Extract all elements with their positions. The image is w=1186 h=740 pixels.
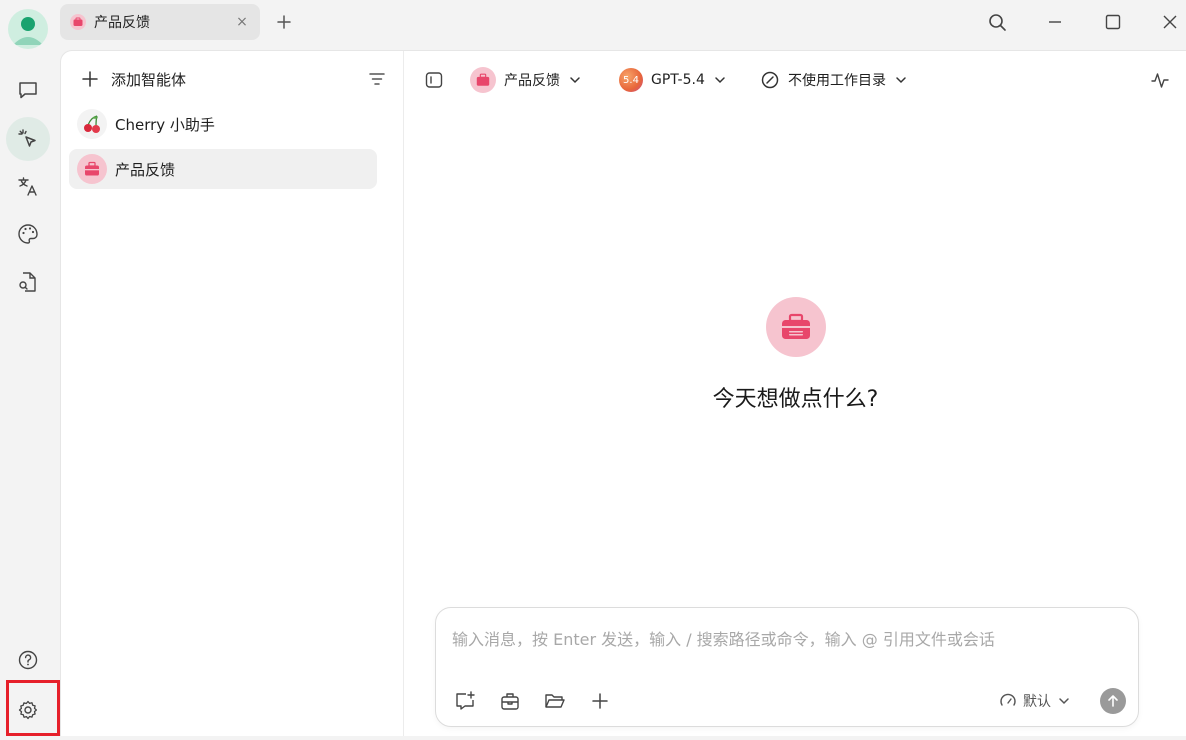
sidebar-toggle-icon[interactable] — [424, 69, 444, 91]
cherry-icon — [77, 109, 107, 139]
document-search-icon[interactable] — [6, 260, 50, 304]
plus-icon — [81, 70, 99, 88]
main-panel: 添加智能体 Cherry 小助手 产品反馈 产品反馈 5.4 GPT-5.4 不… — [60, 50, 1186, 736]
agent-item-product-feedback[interactable]: 产品反馈 — [69, 149, 377, 189]
briefcase-icon — [470, 67, 496, 93]
user-avatar[interactable] — [8, 9, 48, 49]
agent-item-label: Cherry 小助手 — [115, 115, 215, 134]
add-icon[interactable] — [589, 690, 611, 712]
add-agent-button[interactable]: 添加智能体 — [81, 67, 186, 91]
tab-product-feedback[interactable]: 产品反馈 × — [60, 4, 260, 40]
minimize-icon[interactable] — [1045, 12, 1065, 32]
new-tab-icon[interactable] — [274, 12, 294, 32]
welcome-message: 今天想做点什么? — [712, 387, 879, 412]
close-window-icon[interactable] — [1160, 12, 1180, 32]
chat-area: 产品反馈 5.4 GPT-5.4 不使用工作目录 今天想做点什么? 输入消息，按… — [404, 51, 1186, 736]
no-directory-icon — [760, 70, 780, 90]
gauge-icon — [999, 692, 1017, 710]
workdir-selector[interactable]: 不使用工作目录 — [760, 69, 908, 91]
maximize-icon[interactable] — [1103, 12, 1123, 32]
activity-icon[interactable] — [1150, 69, 1170, 91]
folder-link-icon[interactable] — [544, 690, 566, 712]
help-icon[interactable] — [6, 638, 50, 682]
workdir-label: 不使用工作目录 — [788, 73, 886, 89]
new-topic-icon[interactable] — [454, 690, 476, 712]
assistant-name: 产品反馈 — [504, 73, 560, 89]
chevron-down-icon — [713, 73, 727, 87]
briefcase-icon — [77, 154, 107, 184]
tab-close-icon[interactable]: × — [234, 14, 250, 30]
mode-selector[interactable]: 默认 — [999, 690, 1071, 712]
model-badge: 5.4 — [619, 68, 643, 92]
filter-icon[interactable] — [367, 69, 387, 89]
message-composer: 默认 — [435, 607, 1139, 727]
palette-icon[interactable] — [6, 212, 50, 256]
chevron-down-icon — [1057, 694, 1071, 708]
model-selector[interactable]: 5.4 GPT-5.4 — [619, 66, 727, 94]
tab-label: 产品反馈 — [94, 15, 150, 31]
briefcase-icon — [70, 14, 86, 30]
title-bar: 产品反馈 × — [0, 0, 1186, 49]
translate-icon[interactable] — [6, 164, 50, 208]
arrow-up-icon — [1106, 694, 1120, 708]
chevron-down-icon — [894, 73, 908, 87]
add-agent-label: 添加智能体 — [111, 70, 187, 89]
agent-cursor-icon[interactable] — [6, 117, 50, 161]
toolbox-icon[interactable] — [499, 690, 521, 712]
message-input[interactable] — [452, 626, 1112, 662]
agent-item-cherry[interactable]: Cherry 小助手 — [69, 104, 377, 144]
chevron-down-icon — [568, 73, 582, 87]
agents-panel: 添加智能体 Cherry 小助手 产品反馈 — [61, 51, 404, 736]
assistant-selector[interactable]: 产品反馈 — [470, 66, 582, 94]
search-icon[interactable] — [987, 12, 1007, 32]
assistant-avatar — [766, 297, 826, 357]
agent-item-label: 产品反馈 — [115, 160, 176, 179]
mode-label: 默认 — [1023, 694, 1051, 710]
chat-icon[interactable] — [6, 68, 50, 112]
send-button[interactable] — [1100, 688, 1126, 714]
model-name: GPT-5.4 — [651, 72, 705, 88]
settings-highlight-box — [6, 680, 60, 736]
